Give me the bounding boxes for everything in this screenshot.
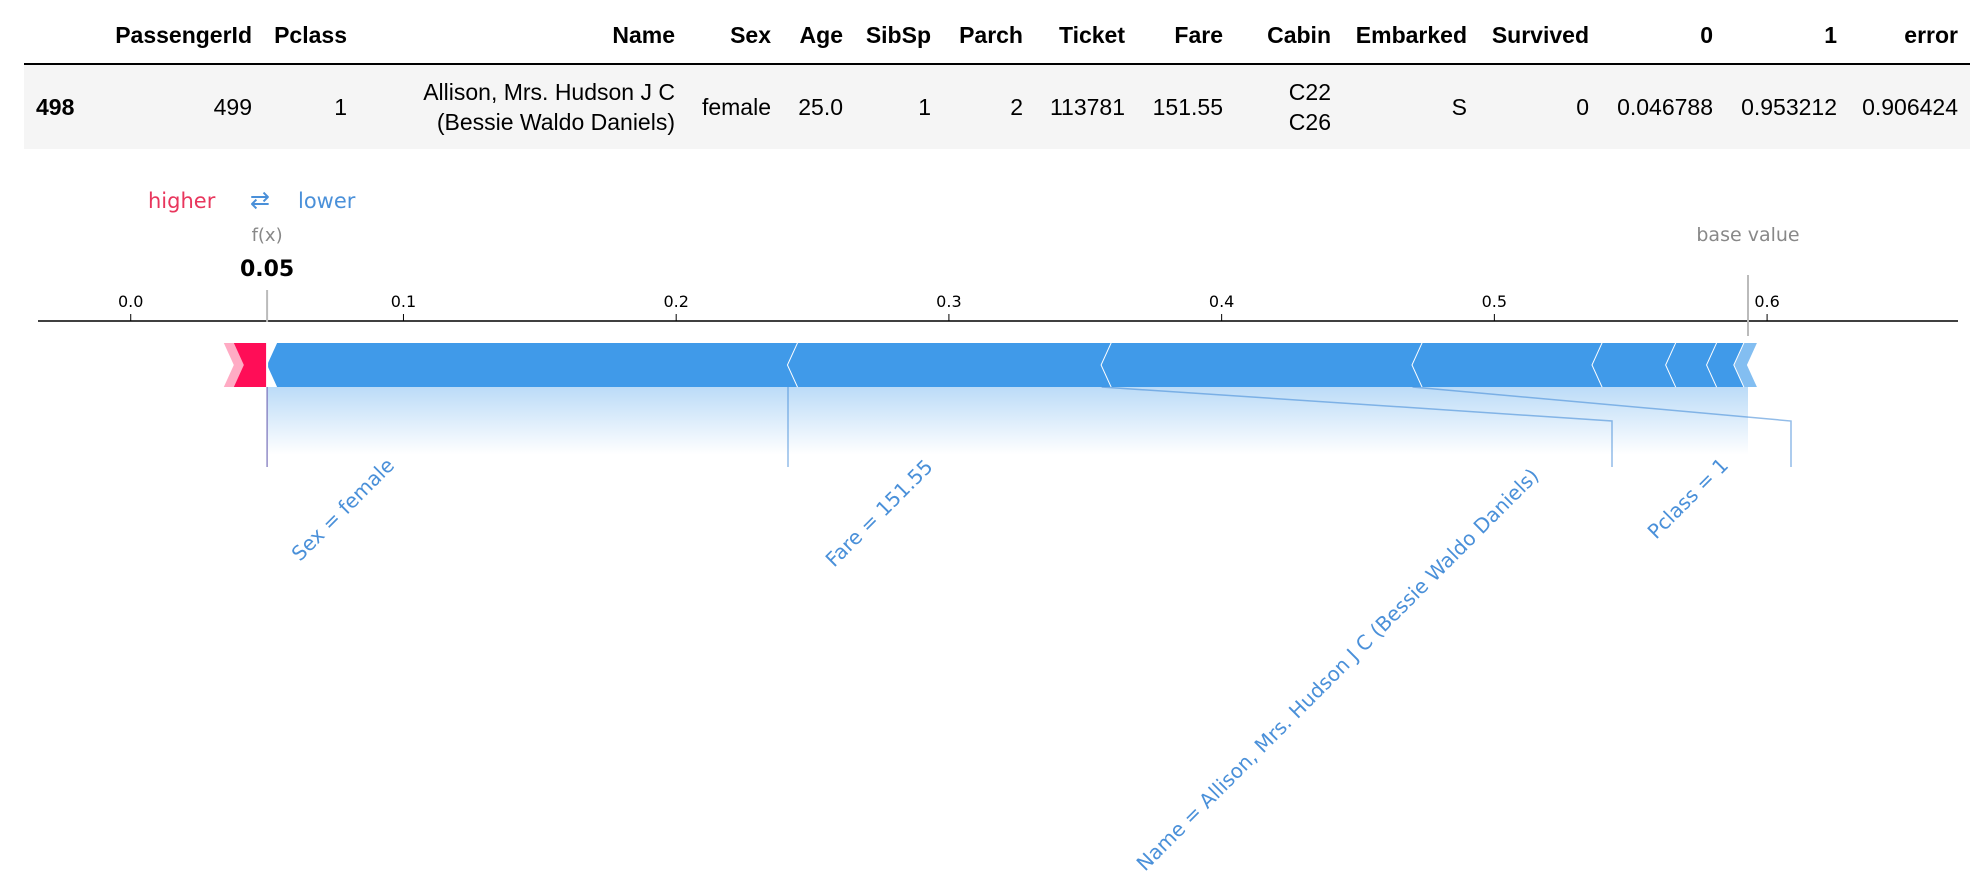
output-value: 0.05 (240, 257, 294, 282)
base-value-label: base value (1696, 224, 1799, 246)
force-bar-lower (1101, 343, 1423, 387)
legend-lower-label: lower (298, 189, 356, 213)
legend-higher-label: higher (148, 189, 216, 213)
x-tick-label: 0.5 (1482, 292, 1507, 311)
x-tick-label: 0.2 (663, 292, 688, 311)
guide-lines (266, 275, 1749, 336)
output-label: f(x) (252, 225, 283, 246)
force-bar-lower (788, 343, 1112, 387)
feature-label: Sex = female (287, 453, 399, 565)
force-bar-lower (1412, 343, 1603, 387)
x-tick-label: 0.6 (1754, 292, 1779, 311)
x-tick-label: 0.0 (118, 292, 143, 311)
x-tick-label: 0.4 (1209, 292, 1234, 311)
feature-label: Pclass = 1 (1643, 453, 1733, 543)
force-plot: higher ⇄ lower f(x) 0.05 base value 0.0 0… (38, 186, 1958, 876)
x-tick-label: 0.3 (936, 292, 961, 311)
legend-arrow-icon: ⇄ (250, 186, 270, 214)
force-bars (223, 342, 1759, 455)
legend: higher ⇄ lower (148, 186, 356, 214)
feature-label: Fare = 151.55 (821, 455, 938, 572)
feature-label: Name = Allison, Mrs. Hudson J C (Bessie … (1132, 464, 1544, 876)
x-tick-label: 0.1 (391, 292, 416, 311)
feature-labels: Sex = female Fare = 151.55 Name = Allison,… (266, 386, 1792, 876)
force-bar-lower (267, 343, 798, 387)
force-bar-lower (1592, 343, 1677, 387)
x-axis-ticks: 0.0 0.1 0.2 0.3 0.4 0.5 0.6 (118, 292, 1780, 321)
